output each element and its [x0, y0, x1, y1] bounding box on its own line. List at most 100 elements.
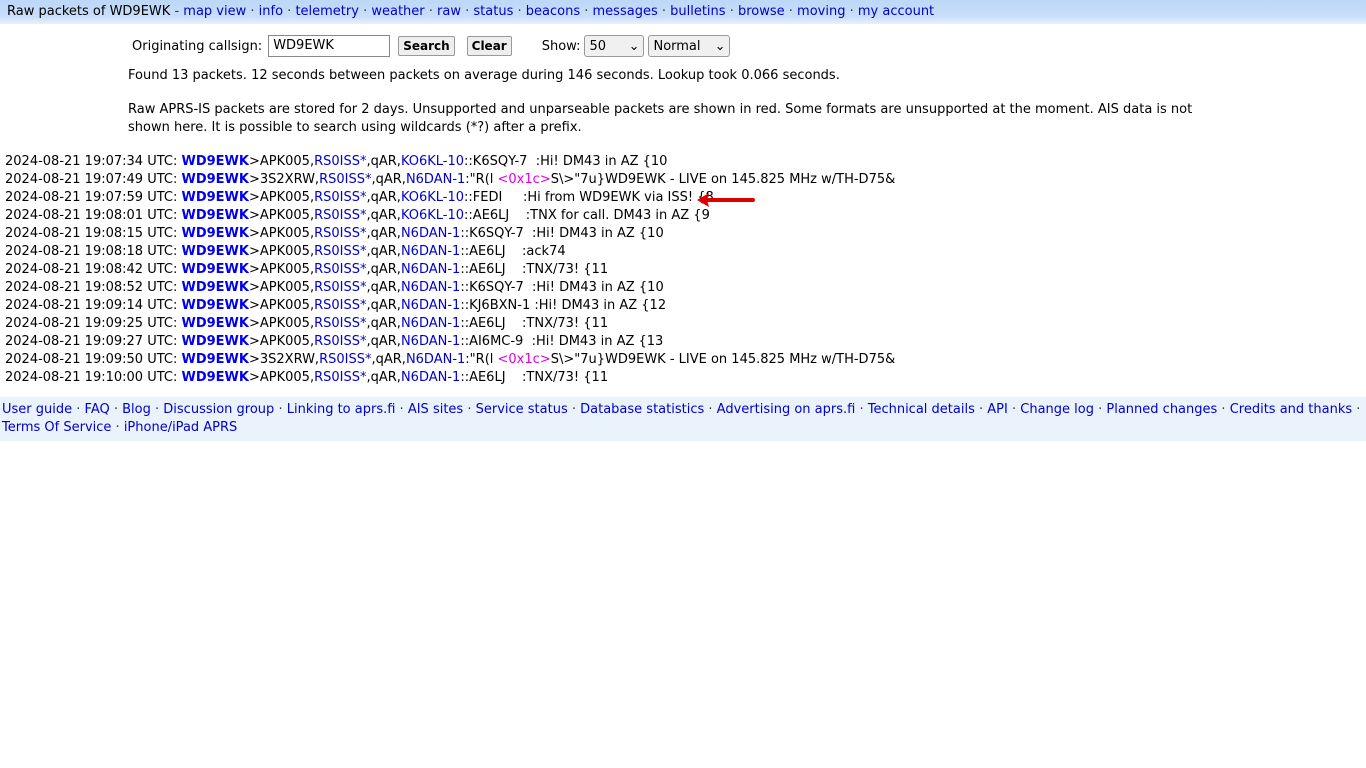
packet-callsign-link[interactable]: WD9EWK [182, 280, 249, 295]
separator: · [395, 402, 408, 417]
packet-payload: :"R(l [465, 172, 498, 187]
digipeater-link[interactable]: RS0ISS* [314, 280, 366, 295]
packet-payload: ::AE6LJ :TNX/73! {11 [460, 316, 609, 331]
digipeater-link[interactable]: RS0ISS* [314, 154, 366, 169]
digipeater-link[interactable]: RS0ISS* [319, 352, 371, 367]
packet-callsign-link[interactable]: WD9EWK [182, 370, 249, 385]
packet-destination: >APK005, [248, 280, 315, 295]
callsign-label: Originating callsign: [132, 38, 263, 54]
packet-callsign-link[interactable]: WD9EWK [182, 208, 249, 223]
footer-link-planned-changes[interactable]: Planned changes [1106, 402, 1217, 417]
packet-callsign-link[interactable]: WD9EWK [182, 226, 249, 241]
digipeater-link[interactable]: RS0ISS* [314, 190, 366, 205]
separator: · [424, 4, 438, 19]
digipeater-link[interactable]: RS0ISS* [314, 244, 366, 259]
nav-link-status[interactable]: status [473, 4, 513, 19]
igate-link[interactable]: KO6KL-10 [401, 208, 464, 223]
packet-time: 2024-08-21 19:08:18 UTC: [5, 244, 178, 259]
footer-link-iphone-ipad-aprs[interactable]: iPhone/iPad APRS [124, 420, 238, 435]
nav-link-bulletins[interactable]: bulletins [670, 4, 725, 19]
igate-link[interactable]: N6DAN-1 [401, 316, 460, 331]
search-button[interactable]: Search [398, 36, 455, 56]
footer-link-ais-sites[interactable]: AIS sites [408, 402, 463, 417]
nav-link-info[interactable]: info [259, 4, 283, 19]
packet-time: 2024-08-21 19:09:25 UTC: [5, 316, 178, 331]
nav-link-my-account[interactable]: my account [858, 4, 934, 19]
q-construct: ,qAR, [366, 334, 401, 349]
footer-link-linking-to-aprs-fi[interactable]: Linking to aprs.fi [287, 402, 396, 417]
nav-link-messages[interactable]: messages [593, 4, 658, 19]
packet-payload: ::K6SQY-7 :Hi! DM43 in AZ {10 [460, 280, 664, 295]
packet-callsign-link[interactable]: WD9EWK [182, 190, 249, 205]
packet-destination: >APK005, [248, 370, 315, 385]
igate-link[interactable]: KO6KL-10 [401, 154, 464, 169]
packet-payload: ::AE6LJ :TNX/73! {11 [460, 370, 609, 385]
digipeater-link[interactable]: RS0ISS* [314, 226, 366, 241]
clear-button[interactable]: Clear [466, 36, 512, 56]
separator: · [246, 4, 259, 19]
packet-callsign-link[interactable]: WD9EWK [182, 352, 249, 367]
footer-link-technical-details[interactable]: Technical details [868, 402, 975, 417]
packet-row: 2024-08-21 19:08:52 UTC: WD9EWK>APK005,R… [5, 279, 895, 297]
page-title: Raw packets of WD9EWK [7, 4, 171, 19]
footer-link-user-guide[interactable]: User guide [2, 402, 72, 417]
nav-link-raw[interactable]: raw [437, 4, 461, 19]
footer-link-discussion-group[interactable]: Discussion group [163, 402, 274, 417]
nav-link-map-view[interactable]: map view [183, 4, 246, 19]
igate-link[interactable]: N6DAN-1 [406, 172, 465, 187]
packet-payload: ::AE6LJ :ack74 [460, 244, 566, 259]
packet-callsign-link[interactable]: WD9EWK [182, 334, 249, 349]
digipeater-link[interactable]: RS0ISS* [314, 298, 366, 313]
igate-link[interactable]: N6DAN-1 [401, 298, 460, 313]
footer-link-change-log[interactable]: Change log [1020, 402, 1094, 417]
separator: · [513, 4, 526, 19]
igate-link[interactable]: N6DAN-1 [401, 226, 460, 241]
igate-link[interactable]: N6DAN-1 [401, 280, 460, 295]
footer-link-database-statistics[interactable]: Database statistics [580, 402, 704, 417]
packet-callsign-link[interactable]: WD9EWK [182, 244, 249, 259]
packet-callsign-link[interactable]: WD9EWK [182, 172, 249, 187]
igate-link[interactable]: KO6KL-10 [401, 190, 464, 205]
igate-link[interactable]: N6DAN-1 [401, 262, 460, 277]
count-value: 50 [589, 38, 607, 54]
q-construct: ,qAR, [366, 370, 401, 385]
footer-link-service-status[interactable]: Service status [476, 402, 568, 417]
chevron-down-icon: ⌄ [714, 38, 726, 54]
packet-time: 2024-08-21 19:08:52 UTC: [5, 280, 178, 295]
q-construct: ,qAR, [366, 226, 401, 241]
digipeater-link[interactable]: RS0ISS* [314, 208, 366, 223]
footer-link-faq[interactable]: FAQ [85, 402, 110, 417]
separator: · [72, 402, 85, 417]
packet-callsign-link[interactable]: WD9EWK [182, 298, 249, 313]
nav-link-telemetry[interactable]: telemetry [295, 4, 359, 19]
footer-link-blog[interactable]: Blog [122, 402, 151, 417]
digipeater-link[interactable]: RS0ISS* [314, 262, 366, 277]
packet-destination: >APK005, [248, 154, 315, 169]
packet-callsign-link[interactable]: WD9EWK [182, 262, 249, 277]
packet-hex-byte: <0x1c> [497, 172, 551, 187]
digipeater-link[interactable]: RS0ISS* [314, 316, 366, 331]
digipeater-link[interactable]: RS0ISS* [314, 334, 366, 349]
separator: · [855, 402, 868, 417]
igate-link[interactable]: N6DAN-1 [401, 244, 460, 259]
footer-link-credits-and-thanks[interactable]: Credits and thanks [1230, 402, 1352, 417]
mode-select[interactable]: Normal ⌄ [648, 35, 731, 57]
callsign-input[interactable] [268, 35, 391, 57]
nav-link-browse[interactable]: browse [738, 4, 785, 19]
separator: · [1352, 402, 1361, 417]
digipeater-link[interactable]: RS0ISS* [319, 172, 371, 187]
footer-link-advertising-on-aprs-fi[interactable]: Advertising on aprs.fi [717, 402, 856, 417]
nav-link-weather[interactable]: weather [371, 4, 424, 19]
packet-callsign-link[interactable]: WD9EWK [182, 316, 249, 331]
nav-link-beacons[interactable]: beacons [526, 4, 580, 19]
igate-link[interactable]: N6DAN-1 [401, 334, 460, 349]
footer-link-terms-of-service[interactable]: Terms Of Service [2, 420, 111, 435]
digipeater-link[interactable]: RS0ISS* [314, 370, 366, 385]
igate-link[interactable]: N6DAN-1 [401, 370, 460, 385]
footer-link-api[interactable]: API [987, 402, 1008, 417]
separator: · [784, 4, 798, 19]
igate-link[interactable]: N6DAN-1 [406, 352, 465, 367]
count-select[interactable]: 50 ⌄ [584, 35, 645, 57]
packet-callsign-link[interactable]: WD9EWK [182, 154, 249, 169]
nav-link-moving[interactable]: moving [797, 4, 845, 19]
